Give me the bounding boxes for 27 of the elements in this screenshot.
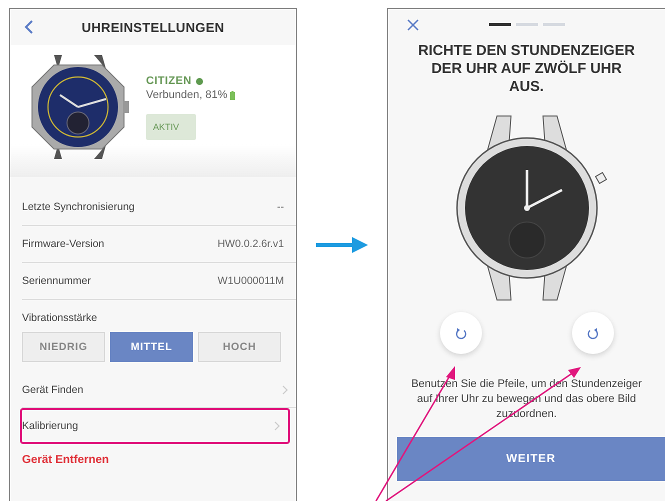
watch-brand: CITIZEN — [146, 75, 192, 87]
remove-device-button[interactable]: Gerät Entfernen — [22, 454, 296, 466]
arrow-icon — [316, 236, 368, 254]
next-button[interactable]: WEITER — [397, 437, 665, 481]
back-icon[interactable] — [24, 19, 34, 35]
row-value: -- — [277, 201, 284, 213]
row-label: Seriennummer — [22, 275, 91, 287]
rotate-clockwise-icon — [586, 326, 598, 340]
vibration-label: Vibrationsstärke — [22, 312, 98, 324]
active-badge: AKTIV — [146, 114, 196, 140]
vibration-option[interactable]: HOCH — [198, 332, 281, 362]
row-label: Firmware-Version — [22, 238, 104, 250]
menu-item[interactable]: Kalibrierung — [20, 408, 290, 444]
vibration-option[interactable]: NIEDRIG — [22, 332, 105, 362]
rotate-counterclockwise-icon — [454, 326, 466, 340]
row-value: HW0.0.2.6r.v1 — [217, 238, 284, 250]
instruction-title: RICHTE DEN STUNDENZEIGER DER UHR AUF ZWÖLF UHR AUS. — [417, 42, 636, 96]
menu-item[interactable]: Gerät Finden — [22, 372, 296, 408]
close-icon[interactable] — [407, 19, 419, 31]
row-value: W1U000011M — [218, 275, 284, 287]
screen-title: UHREINSTELLUNGEN — [82, 20, 224, 34]
connection-status: Verbunden, 81% — [146, 89, 228, 101]
chevron-right-icon — [282, 384, 288, 394]
chevron-right-icon — [274, 421, 280, 431]
vibration-option[interactable]: MITTEL — [110, 332, 193, 362]
battery-icon — [230, 90, 236, 100]
row-label: Letzte Synchronisierung — [22, 201, 135, 213]
